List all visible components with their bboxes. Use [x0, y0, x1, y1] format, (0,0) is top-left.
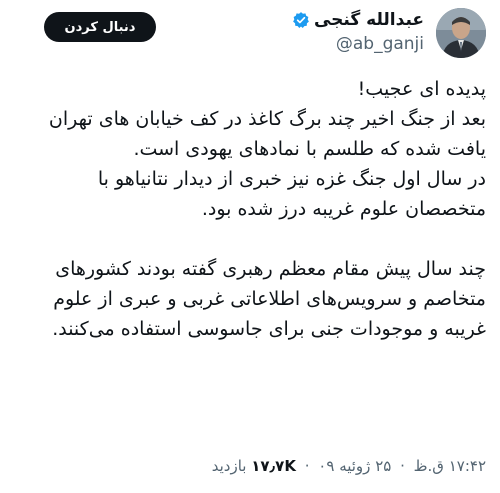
tweet-line: یافت شده که طلسم با نمادهای یهودی است.	[133, 138, 486, 160]
profile-photo-icon	[436, 8, 486, 58]
verified-badge-icon	[292, 11, 310, 29]
separator-dot: ·	[304, 457, 310, 475]
tweet-line: متخصصان علوم غریبه درز شده بود.	[201, 198, 486, 220]
tweet-line: پدیده ای عجیب!	[357, 78, 486, 100]
tweet-meta: ۱۷:۴۲ ق.ظ · ۲۵ ژوئیه ۰۹ · ۱۷٫۷K بازدید	[14, 457, 486, 475]
display-name-row: عبدالله گنجی	[292, 10, 424, 30]
tweet-line: در سال اول جنگ غزه نیز خبری از دیدار نتا…	[97, 168, 486, 190]
tweet-date[interactable]: ۲۵ ژوئیه ۰۹	[318, 457, 391, 475]
follow-button[interactable]: دنبال کردن	[44, 12, 156, 42]
tweet-header: عبدالله گنجی @ab_ganji دنبال کردن	[14, 8, 486, 58]
tweet-line: غریبه و موجودات جنی برای جاسوسی استفاده …	[52, 318, 486, 340]
views-label: بازدید	[211, 457, 247, 475]
author-handle[interactable]: @ab_ganji	[292, 34, 424, 54]
author-info: عبدالله گنجی @ab_ganji	[292, 10, 424, 54]
tweet-line: بعد از جنگ اخیر چند برگ کاغذ در کف خیابا…	[48, 108, 486, 130]
tweet-card: عبدالله گنجی @ab_ganji دنبال کردن پدیده …	[0, 0, 500, 493]
separator-dot: ·	[400, 457, 405, 475]
display-name[interactable]: عبدالله گنجی	[314, 10, 424, 30]
tweet-time[interactable]: ۱۷:۴۲ ق.ظ	[414, 457, 486, 475]
tweet-line: متخاصم و سرویس‌های اطلاعاتی غربی و عبری …	[53, 288, 486, 310]
tweet-text: پدیده ای عجیب! بعد از جنگ اخیر چند برگ ک…	[14, 74, 486, 344]
avatar[interactable]	[436, 8, 486, 58]
views-count: ۱۷٫۷K	[251, 457, 296, 475]
tweet-line: چند سال پیش مقام معظم رهبری گفته بودند ک…	[55, 258, 486, 280]
